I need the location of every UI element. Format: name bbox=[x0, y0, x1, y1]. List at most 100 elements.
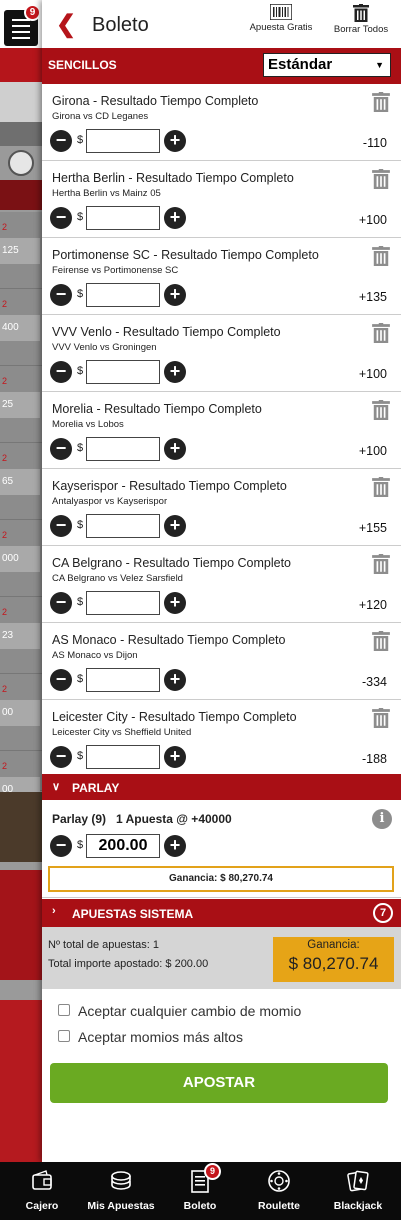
bet-mode-select[interactable]: Estándar ▼ bbox=[263, 53, 391, 77]
stake-input[interactable] bbox=[86, 591, 160, 615]
bet-odds: +100 bbox=[358, 444, 387, 458]
bet-odds: +135 bbox=[358, 290, 387, 304]
stake-input[interactable] bbox=[86, 514, 160, 538]
stake-input[interactable] bbox=[86, 283, 160, 307]
increase-stake-button[interactable]: + bbox=[164, 361, 186, 383]
trash-icon[interactable] bbox=[372, 554, 390, 577]
chips-icon bbox=[111, 1171, 131, 1190]
currency-symbol: $ bbox=[77, 288, 84, 300]
increase-stake-button[interactable]: + bbox=[164, 130, 186, 152]
place-bet-button[interactable]: APOSTAR bbox=[50, 1063, 388, 1103]
increase-stake-button[interactable]: + bbox=[164, 207, 186, 229]
bet-odds: -334 bbox=[361, 675, 387, 689]
decrease-stake-button[interactable]: − bbox=[50, 361, 72, 383]
bet-market: CA Belgrano - Resultado Tiempo Completo bbox=[52, 556, 292, 570]
decrease-stake-button[interactable]: − bbox=[50, 130, 72, 152]
stake-input[interactable] bbox=[86, 437, 160, 461]
bet-stake: − $ + bbox=[50, 437, 200, 461]
trash-icon[interactable] bbox=[372, 323, 390, 346]
increase-stake-button[interactable]: + bbox=[164, 438, 186, 460]
nav-label: Blackjack bbox=[333, 1200, 383, 1212]
increase-stake-button[interactable]: + bbox=[164, 669, 186, 691]
decrease-stake-button[interactable]: − bbox=[50, 835, 72, 857]
single-bet-row: Kayserispor - Resultado Tiempo Completo A… bbox=[42, 469, 401, 546]
parlay-winnings: Ganancia: $ 80,270.74 bbox=[48, 866, 394, 892]
decrease-stake-button[interactable]: − bbox=[50, 438, 72, 460]
nav-label: Roulette bbox=[258, 1200, 300, 1212]
decrease-stake-button[interactable]: − bbox=[50, 207, 72, 229]
bet-market: Leicester City - Resultado Tiempo Comple… bbox=[52, 710, 297, 724]
dropdown-arrow-icon: ▼ bbox=[375, 60, 384, 70]
back-chevron-icon[interactable]: ❮ bbox=[56, 10, 76, 39]
single-bet-row: AS Monaco - Resultado Tiempo Completo AS … bbox=[42, 623, 401, 700]
single-bet-row: Morelia - Resultado Tiempo Completo Morel… bbox=[42, 392, 401, 469]
bet-stake: − $ + bbox=[50, 283, 200, 307]
barcode-icon bbox=[270, 4, 292, 20]
currency-symbol: $ bbox=[77, 134, 84, 146]
parlay-label: PARLAY bbox=[72, 781, 120, 795]
stake-input[interactable] bbox=[86, 206, 160, 230]
currency-symbol: $ bbox=[77, 839, 84, 851]
bet-event: Girona vs CD Leganes bbox=[52, 111, 149, 122]
currency-symbol: $ bbox=[77, 596, 84, 608]
bet-odds: +100 bbox=[358, 367, 387, 381]
nav-label: Cajero bbox=[25, 1200, 59, 1212]
page-title: Boleto bbox=[92, 14, 149, 36]
bet-odds: +155 bbox=[358, 521, 387, 535]
trash-icon[interactable] bbox=[372, 708, 390, 731]
nav-cajero[interactable]: Cajero bbox=[4, 1166, 80, 1216]
chevron-down-icon: ∨ bbox=[52, 781, 61, 793]
trash-icon bbox=[353, 4, 369, 22]
nav-blackjack[interactable]: Blackjack bbox=[320, 1166, 396, 1216]
increase-stake-button[interactable]: + bbox=[164, 592, 186, 614]
stake-input[interactable] bbox=[86, 745, 160, 769]
betslip-header: ❮ Boleto Apuesta Gratis Borrar Todos bbox=[42, 0, 401, 48]
parlay-stake-input[interactable]: 200.00 bbox=[86, 834, 160, 858]
betslip-panel: ❮ Boleto Apuesta Gratis Borrar Todos SEN… bbox=[42, 0, 401, 1162]
trash-icon[interactable] bbox=[372, 169, 390, 192]
decrease-stake-button[interactable]: − bbox=[50, 284, 72, 306]
nav-roulette[interactable]: Roulette bbox=[241, 1166, 317, 1216]
parlay-summary: Parlay (9) 1 Apuesta @ +40000 bbox=[52, 812, 232, 826]
stake-input[interactable] bbox=[86, 360, 160, 384]
nav-mis-apuestas[interactable]: Mis Apuestas bbox=[83, 1166, 159, 1216]
winnings-label: Ganancia: bbox=[307, 939, 360, 951]
system-bets-label: APUESTAS SISTEMA bbox=[72, 907, 194, 921]
trash-icon[interactable] bbox=[372, 246, 390, 269]
stake-input[interactable] bbox=[86, 129, 160, 153]
decrease-stake-button[interactable]: − bbox=[50, 592, 72, 614]
currency-symbol: $ bbox=[77, 365, 84, 377]
decrease-stake-button[interactable]: − bbox=[50, 669, 72, 691]
free-bet-button[interactable]: Apuesta Gratis bbox=[248, 4, 314, 33]
bet-market: Morelia - Resultado Tiempo Completo bbox=[52, 402, 262, 416]
decrease-stake-button[interactable]: − bbox=[50, 746, 72, 768]
bet-odds: -110 bbox=[362, 136, 387, 150]
total-bets: Nº total de apuestas: 1 bbox=[48, 939, 160, 951]
total-stake: Total importe apostado: $ 200.00 bbox=[48, 958, 209, 970]
trash-icon[interactable] bbox=[372, 400, 390, 423]
menu-button[interactable]: 9 bbox=[4, 4, 41, 46]
nav-boleto[interactable]: 9 Boleto bbox=[162, 1163, 238, 1216]
nav-label: Boleto bbox=[183, 1200, 217, 1212]
trash-icon[interactable] bbox=[372, 477, 390, 500]
info-icon[interactable]: i bbox=[372, 809, 392, 829]
trash-icon[interactable] bbox=[372, 631, 390, 654]
clear-all-button[interactable]: Borrar Todos bbox=[328, 4, 394, 35]
decrease-stake-button[interactable]: − bbox=[50, 515, 72, 537]
parlay-stake: − $ 200.00 + bbox=[50, 834, 200, 858]
bet-stake: − $ + bbox=[50, 514, 200, 538]
bet-event: Antalyaspor vs Kayserispor bbox=[52, 496, 168, 507]
increase-stake-button[interactable]: + bbox=[164, 284, 186, 306]
wallet-icon bbox=[32, 1170, 52, 1190]
system-bets-section-bar[interactable]: › APUESTAS SISTEMA 7 bbox=[42, 899, 401, 927]
single-bet-row: CA Belgrano - Resultado Tiempo Completo C… bbox=[42, 546, 401, 623]
singles-section-bar: SENCILLOS Estándar ▼ bbox=[42, 48, 401, 84]
trash-icon[interactable] bbox=[372, 92, 390, 115]
parlay-section-bar[interactable]: ∨ PARLAY bbox=[42, 774, 401, 800]
stake-input[interactable] bbox=[86, 668, 160, 692]
cards-icon bbox=[347, 1170, 369, 1192]
increase-stake-button[interactable]: + bbox=[164, 835, 186, 857]
increase-stake-button[interactable]: + bbox=[164, 746, 186, 768]
bet-stake: − $ + bbox=[50, 591, 200, 615]
increase-stake-button[interactable]: + bbox=[164, 515, 186, 537]
